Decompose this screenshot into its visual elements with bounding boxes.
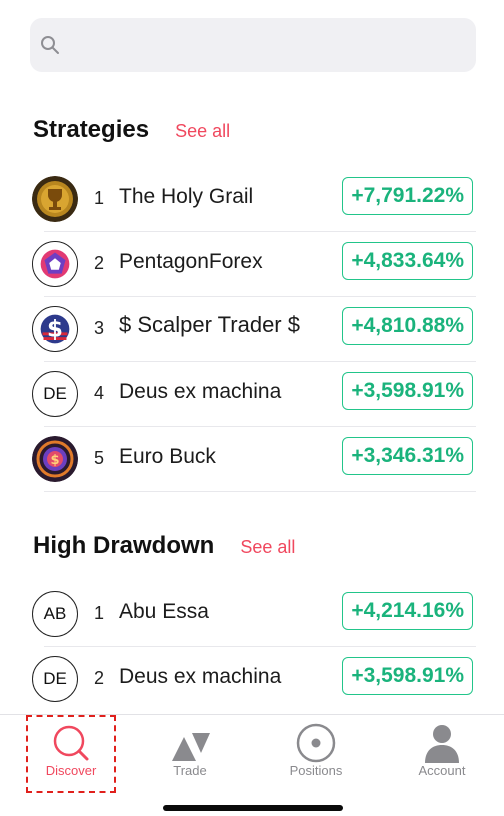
list-item[interactable]: DE 2 Deus ex machina +3,598.91% bbox=[30, 648, 476, 712]
discover-search-icon bbox=[53, 725, 89, 761]
tab-label: Account bbox=[418, 763, 466, 778]
strategy-name: Deus ex machina bbox=[119, 665, 282, 688]
avatar: DE bbox=[32, 371, 78, 417]
trade-icon bbox=[172, 733, 210, 761]
return-badge: +3,598.91% bbox=[342, 657, 473, 695]
divider bbox=[44, 231, 476, 232]
rank: 2 bbox=[94, 253, 105, 273]
rank: 1 bbox=[94, 188, 105, 208]
high-drawdown-header: High Drawdown See all bbox=[33, 532, 295, 560]
svg-text:$: $ bbox=[47, 317, 63, 343]
list-item[interactable]: DE 4 Deus ex machina +3,598.91% bbox=[30, 363, 476, 427]
tab-discover[interactable]: Discover bbox=[8, 715, 134, 795]
see-all-link[interactable]: See all bbox=[240, 537, 295, 558]
return-badge: +4,214.16% bbox=[342, 592, 473, 630]
rank: 1 bbox=[94, 603, 105, 623]
tab-positions[interactable]: Positions bbox=[253, 715, 379, 795]
tab-account[interactable]: Account bbox=[379, 715, 504, 795]
return-badge: +4,810.88% bbox=[342, 307, 473, 345]
return-badge: +3,598.91% bbox=[342, 372, 473, 410]
divider bbox=[44, 646, 476, 647]
list-item[interactable]: $ 3 $ Scalper Trader $ +4,810.88% bbox=[30, 298, 476, 362]
tab-bar: Discover Trade Positions Account bbox=[0, 714, 504, 816]
strategy-name: Deus ex machina bbox=[119, 380, 282, 403]
return-badge: +7,791.22% bbox=[342, 177, 473, 215]
divider bbox=[44, 361, 476, 362]
list-item[interactable]: 2 PentagonForex +4,833.64% bbox=[30, 233, 476, 297]
tab-trade[interactable]: Trade bbox=[127, 715, 253, 795]
return-badge: +3,346.31% bbox=[342, 437, 473, 475]
search-bar[interactable] bbox=[30, 18, 476, 72]
divider bbox=[44, 491, 476, 492]
avatar: DE bbox=[32, 656, 78, 702]
svg-text:$: $ bbox=[50, 453, 59, 468]
list-item[interactable]: 1 The Holy Grail +7,791.22% bbox=[30, 168, 476, 232]
list-item[interactable]: $ 5 Euro Buck +3,346.31% bbox=[30, 428, 476, 492]
strategy-name: The Holy Grail bbox=[119, 185, 254, 208]
strategy-name: Abu Essa bbox=[119, 600, 209, 623]
strategy-name: PentagonForex bbox=[119, 250, 263, 273]
tab-label: Positions bbox=[289, 763, 343, 778]
home-indicator bbox=[163, 805, 343, 811]
avatar: AB bbox=[32, 591, 78, 637]
divider bbox=[44, 296, 476, 297]
positions-icon bbox=[296, 723, 336, 763]
trophy-icon bbox=[32, 176, 78, 222]
return-badge: +4,833.64% bbox=[342, 242, 473, 280]
tab-label: Trade bbox=[173, 763, 207, 778]
see-all-link[interactable]: See all bbox=[175, 121, 230, 142]
divider bbox=[44, 426, 476, 427]
rank: 5 bbox=[94, 448, 105, 468]
rank: 3 bbox=[94, 318, 105, 338]
coin-logo-icon: $ bbox=[32, 436, 78, 482]
strategies-header: Strategies See all bbox=[33, 116, 230, 144]
dollar-flag-icon: $ bbox=[32, 306, 78, 352]
rank: 2 bbox=[94, 668, 105, 688]
strategy-name: $ Scalper Trader $ bbox=[119, 312, 300, 337]
account-person-icon bbox=[425, 725, 459, 763]
section-title: Strategies bbox=[33, 116, 150, 143]
search-icon bbox=[41, 36, 59, 54]
tab-label: Discover bbox=[45, 763, 97, 778]
rank: 4 bbox=[94, 383, 105, 403]
pentagon-logo-icon bbox=[32, 241, 78, 287]
list-item[interactable]: AB 1 Abu Essa +4,214.16% bbox=[30, 583, 476, 647]
section-title: High Drawdown bbox=[33, 532, 215, 559]
strategy-name: Euro Buck bbox=[119, 445, 216, 468]
